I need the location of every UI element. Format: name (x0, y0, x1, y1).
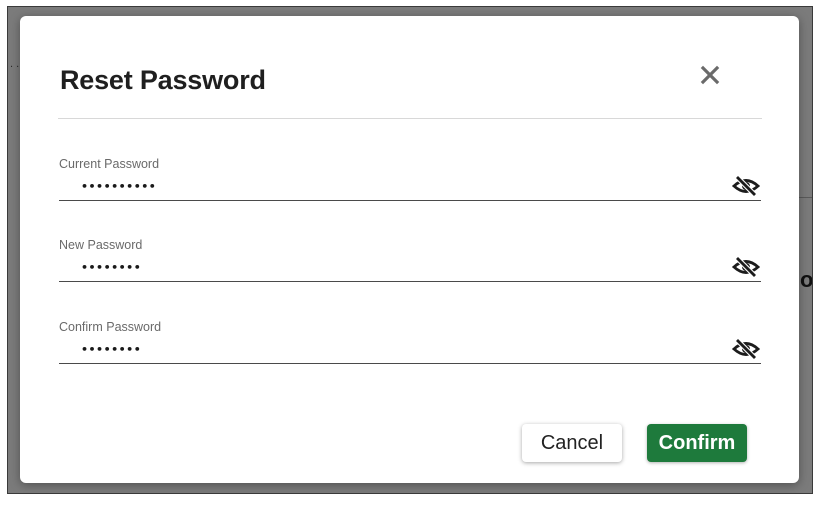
confirm-password-field: Confirm Password (59, 320, 761, 372)
eye-off-icon (731, 256, 761, 278)
close-icon (700, 65, 720, 85)
current-password-label: Current Password (59, 157, 160, 171)
eye-off-icon (731, 338, 761, 360)
dialog-title: Reset Password (60, 65, 266, 95)
confirm-password-label: Confirm Password (59, 320, 162, 334)
new-password-field: New Password (59, 238, 761, 290)
background-partial-text: o (800, 267, 813, 292)
background-dots: . . (10, 58, 20, 70)
eye-off-icon (731, 175, 761, 197)
new-password-label: New Password (59, 238, 143, 252)
title-divider (58, 118, 762, 119)
current-password-field: Current Password (59, 157, 761, 209)
confirm-password-underline (59, 363, 761, 364)
current-password-underline (59, 200, 761, 201)
confirm-button[interactable]: Confirm (647, 424, 747, 462)
reset-password-dialog: Reset Password Current Password New Pass… (20, 16, 799, 483)
close-button[interactable] (695, 60, 725, 90)
confirm-password-visibility-toggle[interactable] (731, 337, 761, 361)
background-divider (798, 197, 812, 198)
new-password-underline (59, 281, 761, 282)
new-password-visibility-toggle[interactable] (731, 255, 761, 279)
new-password-input[interactable] (59, 254, 719, 280)
confirm-password-input[interactable] (59, 336, 719, 362)
cancel-button[interactable]: Cancel (522, 424, 622, 462)
current-password-input[interactable] (59, 173, 719, 199)
current-password-visibility-toggle[interactable] (731, 174, 761, 198)
